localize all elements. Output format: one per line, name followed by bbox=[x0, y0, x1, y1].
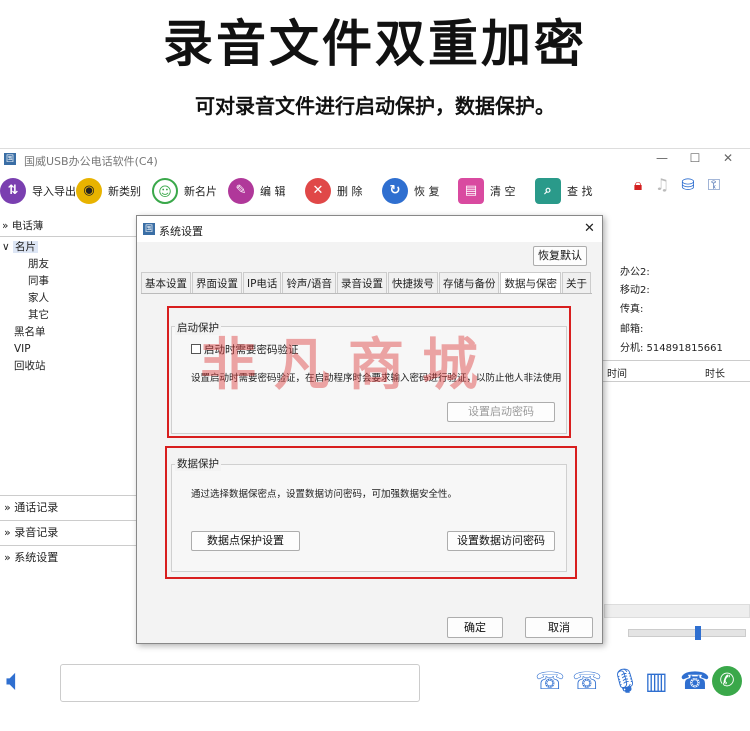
search-button[interactable]: ⌕ 查 找 bbox=[535, 175, 593, 207]
settings-dialog: 国 系统设置 ✕ 恢复默认 基本设置 界面设置 IP电话 铃声/语音 录音设置 … bbox=[136, 215, 603, 644]
data-protection-description: 通过选择数据保密点，设置数据访问密码，可加强数据安全性。 bbox=[191, 489, 458, 500]
delete-button[interactable]: ✕ 删 除 bbox=[305, 175, 363, 207]
dialog-logo-icon: 国 bbox=[143, 223, 155, 235]
data-protection-group bbox=[171, 464, 567, 572]
speaker-icon[interactable]: 🔈︎ bbox=[6, 663, 46, 699]
col-time: 时间 bbox=[607, 369, 627, 380]
audio-level-icon[interactable]: ▥ bbox=[645, 667, 673, 697]
dialog-titlebar: 国 系统设置 ✕ bbox=[137, 216, 602, 242]
contact-email: 邮箱: bbox=[620, 324, 644, 335]
music-icon[interactable]: ♫ bbox=[652, 175, 672, 197]
close-icon[interactable]: ✕ bbox=[718, 151, 738, 169]
set-startup-password-button[interactable]: 设置启动密码 bbox=[447, 402, 555, 422]
search-icon: ⌕ bbox=[535, 178, 561, 204]
desk-phone-icon[interactable]: ☎ bbox=[680, 667, 710, 697]
maximize-icon[interactable]: ☐ bbox=[685, 151, 705, 169]
dial-input[interactable] bbox=[60, 664, 420, 702]
tab-ip-phone[interactable]: IP电话 bbox=[243, 272, 282, 293]
volume-slider[interactable] bbox=[628, 626, 746, 640]
tab-storage[interactable]: 存储与备份 bbox=[438, 272, 500, 293]
data-protection-title: 数据保护 bbox=[175, 456, 221, 471]
import-export-button[interactable]: ⇅ 导入导出 bbox=[0, 175, 76, 207]
expand-icon: ∨ bbox=[2, 241, 10, 253]
tree-item-friends[interactable]: 朋友 bbox=[0, 256, 138, 273]
new-card-icon: ☺ bbox=[152, 178, 178, 204]
tab-about[interactable]: 关于 bbox=[561, 272, 591, 293]
set-data-password-button[interactable]: 设置数据访问密码 bbox=[447, 531, 555, 551]
answer-call-icon[interactable]: ✆ bbox=[712, 666, 742, 696]
clear-icon: ▤ bbox=[458, 178, 484, 204]
app-logo-icon: 国 bbox=[4, 153, 16, 165]
restore-icon: ↻ bbox=[382, 178, 408, 204]
app-title: 国威USB办公电话软件(C4) bbox=[24, 155, 158, 168]
tab-basic[interactable]: 基本设置 bbox=[141, 272, 191, 293]
dialog-close-icon[interactable]: ✕ bbox=[584, 221, 595, 236]
tree-item-blacklist[interactable]: 黑名单 bbox=[0, 324, 138, 341]
new-card-button[interactable]: ☺ 新名片 bbox=[152, 175, 217, 207]
transfer-call-icon[interactable]: ☏ bbox=[572, 667, 602, 697]
tab-ringtone[interactable]: 铃声/语音 bbox=[282, 272, 336, 293]
delete-icon: ✕ bbox=[305, 178, 331, 204]
dialog-title: 系统设置 bbox=[159, 225, 203, 238]
subheadline: 可对录音文件进行启动保护，数据保护。 bbox=[195, 94, 555, 118]
records-table-header: 时间 时长 bbox=[603, 360, 750, 382]
cancel-button[interactable]: 取消 bbox=[525, 617, 593, 638]
contact-extension: 分机: 514891815661 bbox=[620, 343, 723, 354]
clear-button[interactable]: ▤ 清 空 bbox=[458, 175, 516, 207]
database-icon[interactable]: ⛁ bbox=[678, 175, 698, 197]
edit-button[interactable]: ✎ 编 辑 bbox=[228, 175, 286, 207]
app-titlebar: 国 国威USB办公电话软件(C4) — ☐ ✕ bbox=[0, 149, 750, 171]
chevron-down-icon: » bbox=[2, 220, 9, 232]
nav-recording-records[interactable]: » 录音记录 bbox=[0, 520, 138, 545]
ok-button[interactable]: 确定 bbox=[447, 617, 503, 638]
tree-item-vip[interactable]: VIP bbox=[0, 341, 138, 358]
tree-cards[interactable]: ∨ 名片 bbox=[0, 239, 138, 256]
phone-lock-icon[interactable]: ⚿ bbox=[704, 175, 724, 197]
watermark-text: 非凡商城 bbox=[200, 332, 496, 398]
import-export-icon: ⇅ bbox=[0, 178, 26, 204]
phonebook-header[interactable]: » 电话薄 bbox=[0, 217, 138, 237]
headline: 录音文件双重加密 bbox=[163, 15, 587, 73]
col-duration: 时长 bbox=[705, 369, 725, 380]
tab-interface[interactable]: 界面设置 bbox=[192, 272, 242, 293]
call-icon[interactable]: ☏ bbox=[535, 667, 565, 697]
tab-recording[interactable]: 录音设置 bbox=[336, 272, 387, 293]
nav-system-settings[interactable]: » 系统设置 bbox=[0, 545, 138, 570]
tree-item-recycle-bin[interactable]: 回收站 bbox=[0, 358, 138, 375]
tree-item-colleagues[interactable]: 同事 bbox=[0, 273, 138, 290]
edit-icon: ✎ bbox=[228, 178, 254, 204]
data-point-protection-button[interactable]: 数据点保护设置 bbox=[191, 531, 300, 551]
phonebook-panel: » 电话薄 ∨ 名片 朋友 同事 家人 其它 黑名单 VIP 回收站 » 通话记… bbox=[0, 215, 138, 569]
tab-data-security[interactable]: 数据与保密 bbox=[500, 272, 561, 293]
nav-call-records[interactable]: » 通话记录 bbox=[0, 495, 138, 520]
contact-office2: 办公2: bbox=[620, 267, 650, 278]
new-category-icon: ◉ bbox=[76, 178, 102, 204]
tab-speed-dial[interactable]: 快捷拨号 bbox=[387, 272, 438, 293]
volume-slider-handle[interactable] bbox=[695, 626, 701, 640]
microphone-icon[interactable]: 🎙︎ bbox=[610, 667, 640, 697]
contact-fax: 传真: bbox=[620, 304, 644, 315]
new-category-button[interactable]: ◉ 新类别 bbox=[76, 175, 141, 207]
lock-icon[interactable]: 🔒︎ bbox=[628, 175, 648, 197]
restore-button[interactable]: ↻ 恢 复 bbox=[382, 175, 440, 207]
tree-item-family[interactable]: 家人 bbox=[0, 290, 138, 307]
minimize-icon[interactable]: — bbox=[652, 151, 672, 169]
restore-default-button[interactable]: 恢复默认 bbox=[533, 246, 587, 266]
tree-item-other[interactable]: 其它 bbox=[0, 307, 138, 324]
progress-bar bbox=[604, 604, 750, 618]
settings-tabs: 基本设置 界面设置 IP电话 铃声/语音 录音设置 快捷拨号 存储与备份 数据与… bbox=[141, 272, 592, 294]
contact-mobile2: 移动2: bbox=[620, 285, 650, 296]
